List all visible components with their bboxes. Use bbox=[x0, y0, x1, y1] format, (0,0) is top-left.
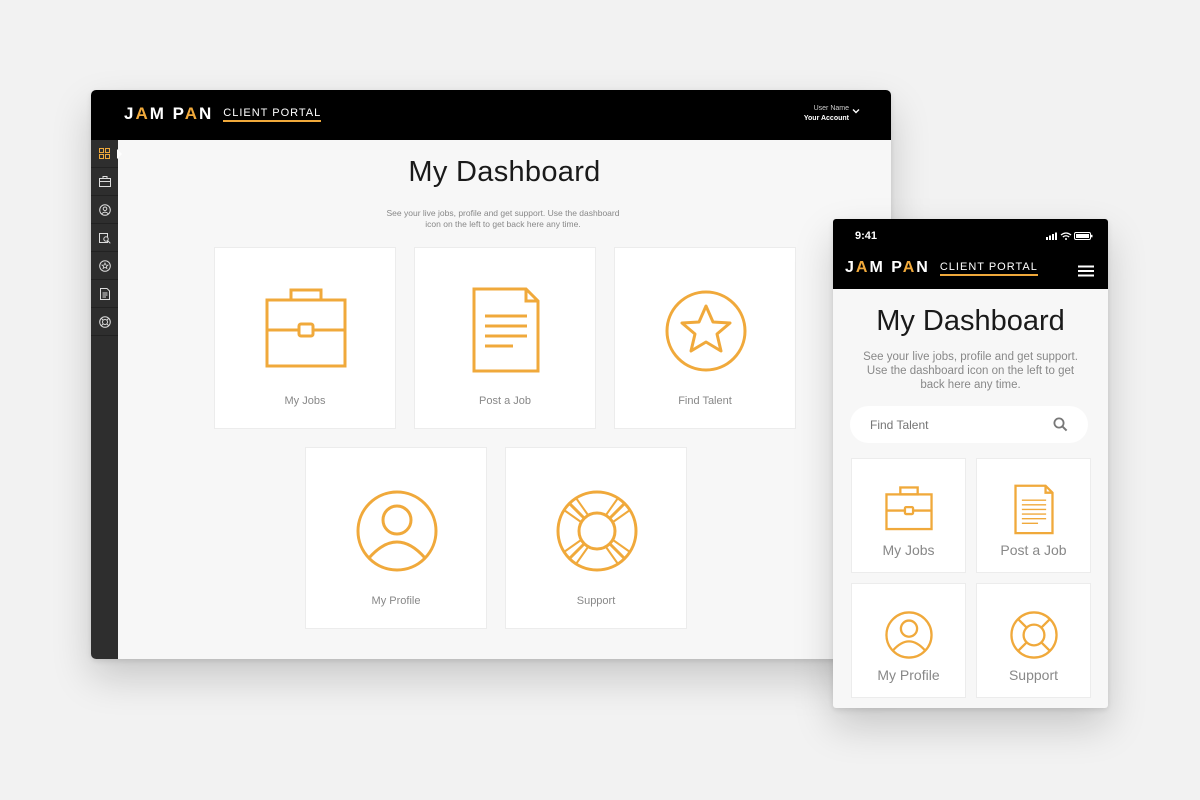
card-label: Post a Job bbox=[1000, 542, 1067, 558]
star-icon bbox=[98, 259, 111, 272]
search-bar bbox=[850, 406, 1088, 443]
card-my-jobs[interactable]: My Jobs bbox=[214, 247, 396, 429]
card-label: My Jobs bbox=[882, 542, 935, 558]
page-title: My Dashboard bbox=[876, 305, 1065, 337]
brand-logo[interactable]: JAM PAN CLIENT PORTAL bbox=[124, 104, 322, 124]
portal-label: CLIENT PORTAL bbox=[223, 107, 322, 122]
profile-icon bbox=[98, 203, 111, 216]
sidebar-item-dashboard[interactable] bbox=[91, 140, 122, 168]
card-my-jobs[interactable]: My Jobs bbox=[851, 458, 966, 573]
page-subtitle: See your live jobs, profile and get supp… bbox=[863, 351, 1078, 391]
sidebar-item-favorites[interactable] bbox=[91, 252, 118, 280]
card-label: Support bbox=[1008, 667, 1059, 683]
hamburger-menu-icon[interactable] bbox=[1078, 265, 1094, 277]
card-support[interactable]: Support bbox=[976, 583, 1091, 698]
card-my-profile[interactable]: My Profile bbox=[305, 447, 487, 629]
document-icon bbox=[1014, 484, 1054, 535]
card-label: My Profile bbox=[877, 667, 940, 683]
account-label: Your Account bbox=[803, 115, 849, 122]
sidebar-item-find-talent[interactable] bbox=[91, 224, 118, 252]
lifebuoy-icon bbox=[556, 490, 638, 572]
find-talent-input[interactable] bbox=[868, 414, 1042, 436]
profile-icon bbox=[885, 611, 933, 659]
user-name: User Name bbox=[813, 105, 849, 112]
search-icon[interactable] bbox=[1053, 417, 1068, 432]
sidebar bbox=[91, 140, 122, 659]
search-talent-icon bbox=[98, 232, 111, 244]
briefcase-icon bbox=[885, 486, 933, 531]
card-label: My Jobs bbox=[284, 395, 326, 407]
mobile-header: 9:41 JAM PAN CLIENT PORTAL bbox=[833, 219, 1108, 289]
star-icon bbox=[665, 290, 747, 372]
dashboard-icon bbox=[99, 148, 110, 159]
card-label: My Profile bbox=[371, 595, 421, 607]
status-icons bbox=[1046, 232, 1093, 240]
chevron-down-icon[interactable] bbox=[852, 107, 860, 115]
account-menu[interactable]: User Name Your Account bbox=[804, 104, 849, 124]
status-time: 9:41 bbox=[855, 230, 878, 242]
card-post-a-job[interactable]: Post a Job bbox=[414, 247, 596, 429]
briefcase-icon bbox=[265, 288, 347, 368]
card-label: Post a Job bbox=[479, 395, 531, 407]
mobile-window: 9:41 JAM PAN CLIENT PORTAL My Dashboard … bbox=[833, 219, 1108, 708]
sidebar-item-jobs[interactable] bbox=[91, 168, 118, 196]
card-support[interactable]: Support bbox=[505, 447, 687, 629]
card-label: Support bbox=[576, 595, 616, 607]
sidebar-item-support[interactable] bbox=[91, 308, 118, 336]
profile-icon bbox=[356, 490, 438, 572]
brand-logo[interactable]: JAM PAN CLIENT PORTAL bbox=[845, 259, 1038, 277]
brand-wordmark: JAM PAN bbox=[845, 259, 930, 276]
desktop-window: JAM PAN CLIENT PORTAL User Name Your Acc… bbox=[91, 90, 891, 659]
brand-wordmark: JAM PAN bbox=[124, 104, 214, 123]
document-icon bbox=[472, 287, 540, 373]
card-post-a-job[interactable]: Post a Job bbox=[976, 458, 1091, 573]
card-label: Find Talent bbox=[678, 395, 732, 407]
sidebar-item-profile[interactable] bbox=[91, 196, 118, 224]
support-icon bbox=[98, 315, 111, 328]
desktop-header: JAM PAN CLIENT PORTAL User Name Your Acc… bbox=[91, 90, 891, 140]
lifebuoy-icon bbox=[1010, 611, 1058, 659]
document-icon bbox=[99, 287, 110, 300]
card-my-profile[interactable]: My Profile bbox=[851, 583, 966, 698]
sidebar-item-post-job[interactable] bbox=[91, 280, 118, 308]
briefcase-icon bbox=[98, 176, 111, 187]
portal-label: CLIENT PORTAL bbox=[939, 261, 1038, 276]
page-subtitle: See your live jobs, profile and get supp… bbox=[386, 208, 620, 229]
page-title: My Dashboard bbox=[408, 156, 601, 188]
card-find-talent[interactable]: Find Talent bbox=[614, 247, 796, 429]
